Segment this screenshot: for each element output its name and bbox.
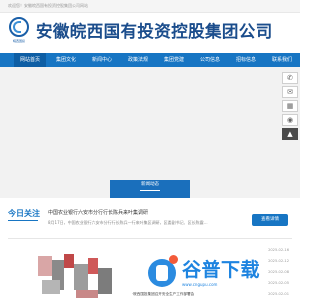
watermark-text: 谷普下载 (182, 259, 261, 281)
logo-tag: 皖西国投 (12, 39, 25, 43)
today-focus: 今日关注 中国农业银行六安市分行行长陈兵来叶集调研 8月17日，中国农业银行六安… (0, 204, 300, 234)
news-date: 2025-02-16 (268, 248, 289, 252)
download-site-watermark: 谷普下载 www.cngupu.com (148, 255, 278, 295)
thumb-patch (42, 280, 60, 294)
view-details-button[interactable]: 查看详情 (252, 214, 288, 226)
banner-area (0, 67, 300, 198)
thumb-patch (98, 268, 112, 294)
section-divider (8, 238, 292, 239)
news-row[interactable]: 2025-02-16 (128, 245, 293, 255)
welcome-text: 欢迎您！安徽皖西国有投资控股集团公司网站 (8, 3, 88, 8)
nav-item-contact[interactable]: 联系我们 (266, 53, 298, 67)
site-header: 皖西国投 安徽皖西国有投资控股集团公司 (0, 13, 300, 47)
today-badge-underline (8, 220, 38, 221)
nav-item-news[interactable]: 新闻中心 (86, 53, 118, 67)
company-name: 安徽皖西国有投资控股集团公司 (36, 22, 273, 41)
thumb-patch (74, 264, 88, 290)
nav-item-culture[interactable]: 集团文化 (50, 53, 82, 67)
top-icon[interactable]: ▲ (282, 128, 298, 140)
watermark-url: www.cngupu.com (182, 282, 218, 287)
thumb-patch (64, 254, 74, 268)
main-nav: 网站首页 集团文化 新闻中心 政策法规 集团党建 公司信息 招标信息 联系我们 (0, 53, 300, 67)
company-logo[interactable]: 皖西国投 (7, 17, 31, 45)
nav-item-party[interactable]: 集团党建 (158, 53, 190, 67)
phone-icon[interactable]: ✆ (282, 72, 298, 84)
thumb-patch (88, 258, 98, 274)
thumb-patch (76, 290, 98, 298)
nav-item-company-info[interactable]: 公司信息 (194, 53, 226, 67)
top-bar: 欢迎您！安徽皖西国有投资控股集团公司网站 (0, 0, 300, 13)
banner-caption: 新闻动态 (141, 182, 159, 187)
today-badge: 今日关注 (4, 207, 44, 221)
nav-item-home[interactable]: 网站首页 (14, 53, 46, 67)
today-badge-label: 今日关注 (8, 209, 40, 218)
thumb-patch (38, 256, 52, 276)
nav-item-policy[interactable]: 政策法规 (122, 53, 154, 67)
watermark-dot (169, 255, 178, 264)
nav-item-bidding[interactable]: 招标信息 (230, 53, 262, 67)
today-headline[interactable]: 中国农业银行六安市分行行长陈兵来叶集调研 (48, 210, 148, 217)
banner-caption-box: 新闻动态 (110, 180, 190, 198)
banner-caption-underline (140, 190, 160, 191)
weibo-icon[interactable]: ◉ (282, 114, 298, 126)
today-summary: 8月17日，中国农业银行六安市分行行长陈兵一行来叶集区调研，区委副书记、区长陈震… (48, 220, 208, 225)
watermark-logo-inner (156, 265, 168, 281)
chat-icon[interactable]: ✉ (282, 86, 298, 98)
qrcode-icon[interactable]: ▦ (282, 100, 298, 112)
side-toolbar: ✆ ✉ ▦ ◉ ▲ (282, 72, 298, 142)
logo-mark (13, 21, 21, 33)
news-thumbnail[interactable] (30, 250, 120, 300)
